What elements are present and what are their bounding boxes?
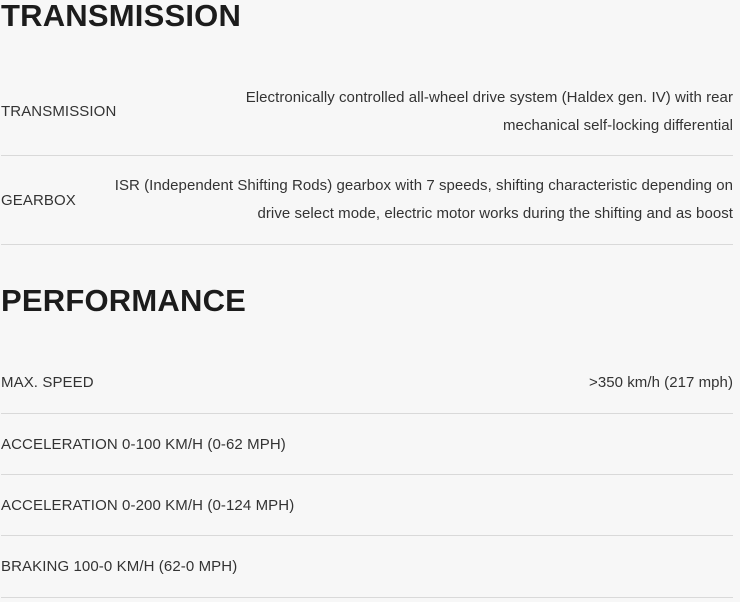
spec-value: >350 km/h (217 mph) <box>589 373 733 391</box>
spec-value: Electronically controlled all-wheel driv… <box>245 88 733 134</box>
section-title-transmission: TRANSMISSION <box>1 0 242 33</box>
spec-label: MAX. SPEED <box>1 374 94 391</box>
spec-label: GEARBOX <box>1 191 76 209</box>
spec-label: TRANSMISSION <box>1 103 117 120</box>
section-title-performance: PERFORMANCE <box>1 283 247 318</box>
spec-row-transmission: TRANSMISSION Electronically controlled a… <box>1 68 733 156</box>
spec-row-max-speed: MAX. SPEED >350 km/h (217 mph) <box>1 352 733 414</box>
spec-label: ACCELERATION 0-100 KM/H (0-62 MPH) <box>1 435 286 453</box>
spec-label: ACCELERATION 0-200 KM/H (0-124 MPH) <box>1 496 295 514</box>
spec-row-acceleration-0-200: ACCELERATION 0-200 KM/H (0-124 MPH) <box>1 475 733 536</box>
spec-value: ISR (Independent Shifting Rods) gearbox … <box>114 177 733 222</box>
spec-row-braking: BRAKING 100-0 KM/H (62-0 MPH) <box>1 536 733 598</box>
spec-page: TRANSMISSION TRANSMISSION Electronically… <box>0 0 740 602</box>
spec-label: BRAKING 100-0 KM/H (62-0 MPH) <box>1 558 238 575</box>
spec-row-gearbox: GEARBOX ISR (Independent Shifting Rods) … <box>1 156 733 245</box>
spec-row-acceleration-0-100: ACCELERATION 0-100 KM/H (0-62 MPH) <box>1 414 733 475</box>
